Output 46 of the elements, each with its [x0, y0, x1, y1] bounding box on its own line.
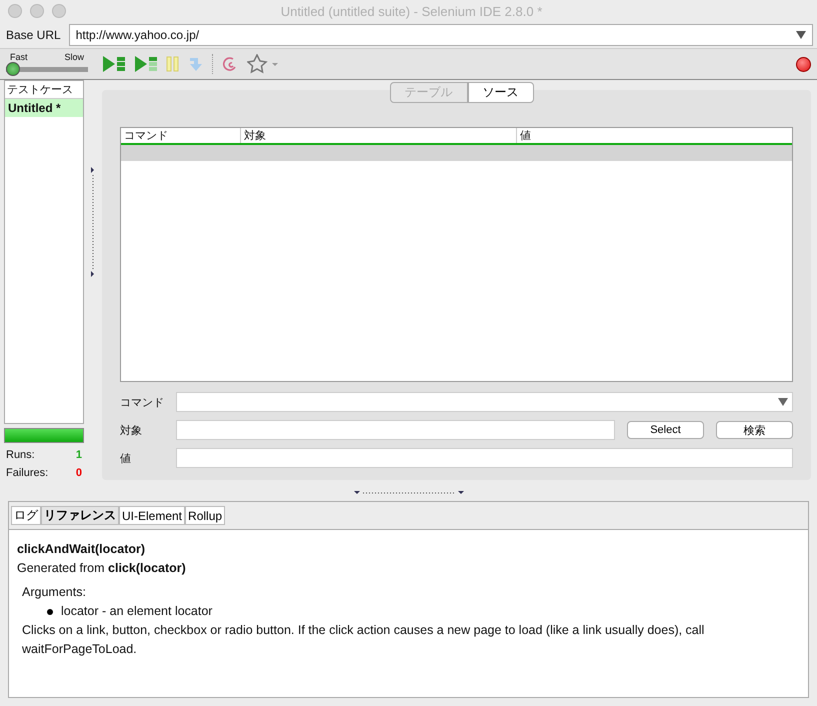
description-text: Clicks on a link, button, checkbox or radio button. If the click action causes a new page to load (like a link usually does), call waitForPageToLoad. — [22, 622, 706, 658]
value-field[interactable] — [176, 448, 793, 468]
pause-icon[interactable] — [166, 55, 180, 73]
splitter-handle[interactable] — [90, 167, 96, 277]
argument-text: locator - an element locator — [61, 603, 212, 620]
table-row[interactable] — [121, 145, 792, 161]
window-control[interactable] — [52, 4, 66, 18]
column-header[interactable]: 対象 — [241, 128, 517, 143]
editor-tab[interactable]: ソース — [468, 82, 534, 103]
panel-tab[interactable]: ログ — [11, 506, 41, 525]
command-title: clickAndWait(locator) — [17, 541, 146, 558]
play-icon[interactable] — [134, 55, 158, 73]
base-url-label: Base URL — [6, 28, 61, 42]
test-case-item[interactable]: Untitled * — [5, 99, 83, 117]
command-field[interactable] — [176, 392, 793, 412]
value-label: 値 — [120, 452, 132, 466]
column-header[interactable]: 値 — [517, 128, 531, 143]
step-icon[interactable] — [188, 55, 204, 73]
generated-text: Generated from click(locator) — [17, 560, 187, 577]
panel-tab[interactable]: UI-Element — [119, 506, 186, 525]
bullet-icon — [47, 608, 53, 614]
record-button[interactable] — [796, 56, 811, 72]
target-label: 対象 — [120, 424, 143, 438]
window-control[interactable] — [30, 4, 44, 18]
find-button[interactable]: 検索 — [716, 421, 793, 439]
speed-label: Fast — [10, 52, 28, 62]
star-icon[interactable] — [247, 54, 279, 74]
play-icon[interactable] — [102, 55, 126, 73]
stat-label: Runs: — [6, 449, 35, 461]
dropdown-icon — [796, 31, 806, 39]
base-url-field[interactable]: http://www.yahoo.co.jp/ — [68, 24, 813, 46]
window-control[interactable] — [8, 4, 22, 18]
dropdown-icon — [778, 398, 788, 406]
stat-label: Failures: — [6, 467, 48, 479]
column-header[interactable]: コマンド — [121, 128, 241, 143]
splitter-handle[interactable] — [354, 490, 464, 496]
stat-value: 1 — [76, 449, 82, 461]
panel-tab[interactable]: Rollup — [185, 506, 226, 525]
panel-tab[interactable]: リファレンス — [41, 506, 119, 525]
stat-value: 0 — [76, 467, 82, 479]
command-label: コマンド — [120, 396, 164, 410]
select-button[interactable]: Select — [627, 421, 704, 439]
arguments-label: Arguments: — [22, 584, 87, 601]
speed-label: Slow — [64, 52, 84, 62]
window-title: Untitled (untitled suite) - Selenium IDE 2.8.0 * — [280, 4, 544, 18]
target-field[interactable] — [176, 420, 615, 440]
